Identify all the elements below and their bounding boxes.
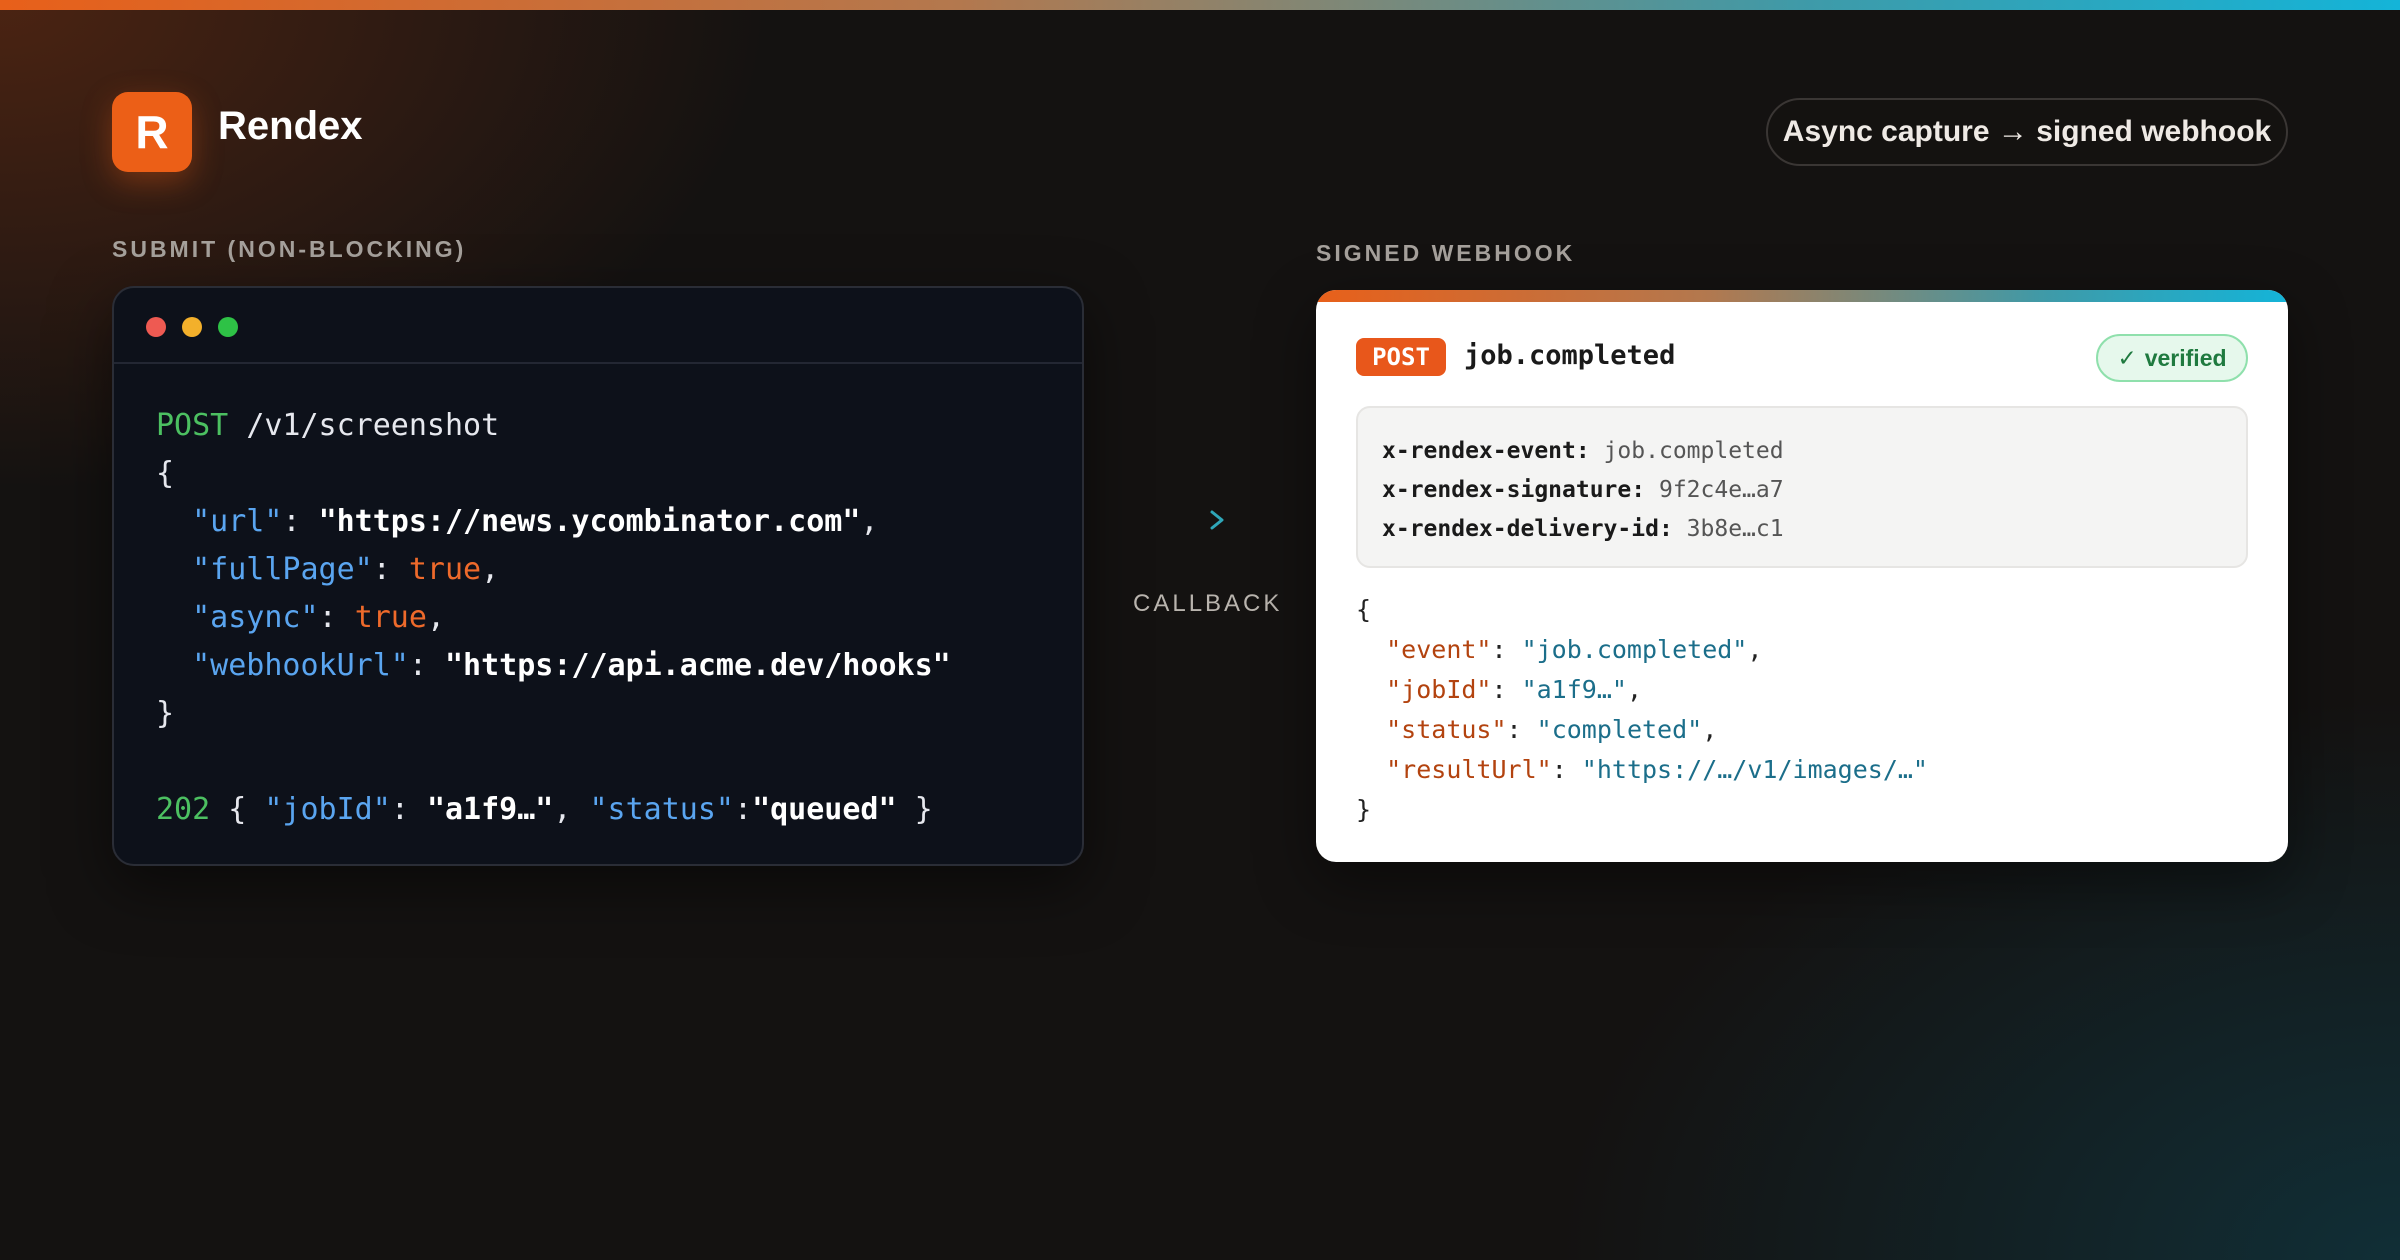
header-row: x-rendex-signature: 9f2c4e…a7: [1382, 471, 2222, 510]
response-key: "status": [589, 792, 735, 827]
verified-badge: ✓ verified: [2096, 334, 2248, 382]
comma: ,: [860, 504, 879, 539]
header-name: x-rendex-event:: [1382, 438, 1590, 464]
header-value: 9f2c4e…a7: [1658, 477, 1784, 503]
body-key: "async": [192, 600, 319, 635]
submit-section-label: SUBMIT (NON-BLOCKING): [112, 236, 467, 262]
payload-key: "event": [1386, 635, 1492, 664]
arrow-right-icon: [1172, 510, 1224, 530]
method-badge: POST: [1356, 338, 1446, 376]
comma: ,: [481, 552, 500, 587]
card-gradient-bar: [1316, 290, 2288, 302]
comma: ,: [1702, 715, 1718, 744]
response-key: "jobId": [264, 792, 391, 827]
request-path: /v1/screenshot: [246, 408, 500, 443]
body-value: true: [408, 552, 482, 587]
webhook-section-label: SIGNED WEBHOOK: [1316, 240, 1576, 266]
payload-value: "completed": [1536, 715, 1703, 744]
body-key: "webhookUrl": [192, 648, 409, 683]
response-value: "a1f9…": [426, 792, 554, 827]
webhook-card: POST job.completed ✓ verified x-rendex-e…: [1316, 290, 2288, 862]
body-value: true: [354, 600, 427, 635]
request-code: POST /v1/screenshot { "url": "https://ne…: [156, 408, 951, 827]
header-value: 3b8e…c1: [1686, 516, 1784, 542]
check-icon: ✓: [2117, 344, 2137, 371]
feature-pill: Async capture → signed webhook: [1766, 98, 2288, 166]
header-name: x-rendex-signature:: [1382, 477, 1646, 503]
body-key: "fullPage": [192, 552, 373, 587]
rendex-logo: R: [112, 92, 192, 172]
close-window-dot-icon: [146, 317, 166, 337]
body-value: "https://api.acme.dev/hooks": [445, 648, 951, 683]
body-value: "https://news.ycombinator.com": [318, 504, 861, 539]
window-title-bar: [114, 288, 1082, 364]
comma: ,: [1747, 635, 1763, 664]
request-method: POST: [156, 408, 229, 443]
payload-json: { "event": "job.completed", "jobId": "a1…: [1356, 595, 1928, 824]
header-row: x-rendex-event: job.completed: [1382, 432, 2222, 471]
payload-value: "job.completed": [1521, 635, 1748, 664]
request-code-panel: POST /v1/screenshot { "url": "https://ne…: [112, 286, 1084, 866]
logo-letter: R: [135, 106, 169, 158]
minimize-window-dot-icon: [182, 317, 202, 337]
event-title: job.completed: [1464, 340, 1676, 371]
payload-key: "jobId": [1386, 675, 1492, 704]
payload-key: "status": [1386, 715, 1507, 744]
payload-key: "resultUrl": [1386, 755, 1552, 784]
response-status: 202: [156, 792, 211, 827]
response-value: "queued": [752, 792, 897, 827]
header-value: job.completed: [1603, 438, 1784, 464]
brand-name: Rendex: [218, 104, 363, 148]
maximize-window-dot-icon: [218, 317, 238, 337]
callback-label: CALLBACK: [1133, 590, 1283, 617]
payload-value: "a1f9…": [1521, 675, 1627, 704]
header-name: x-rendex-delivery-id:: [1382, 516, 1673, 542]
comma: ,: [426, 600, 445, 635]
payload-value: "https://…/v1/images/…": [1581, 755, 1928, 784]
headers-box: x-rendex-event: job.completed x-rendex-s…: [1356, 406, 2248, 568]
verified-label: verified: [2144, 344, 2227, 371]
body-key: "url": [192, 504, 283, 539]
comma: ,: [1626, 675, 1642, 704]
top-gradient-bar: [0, 0, 2400, 10]
header-row: x-rendex-delivery-id: 3b8e…c1: [1382, 510, 2222, 549]
